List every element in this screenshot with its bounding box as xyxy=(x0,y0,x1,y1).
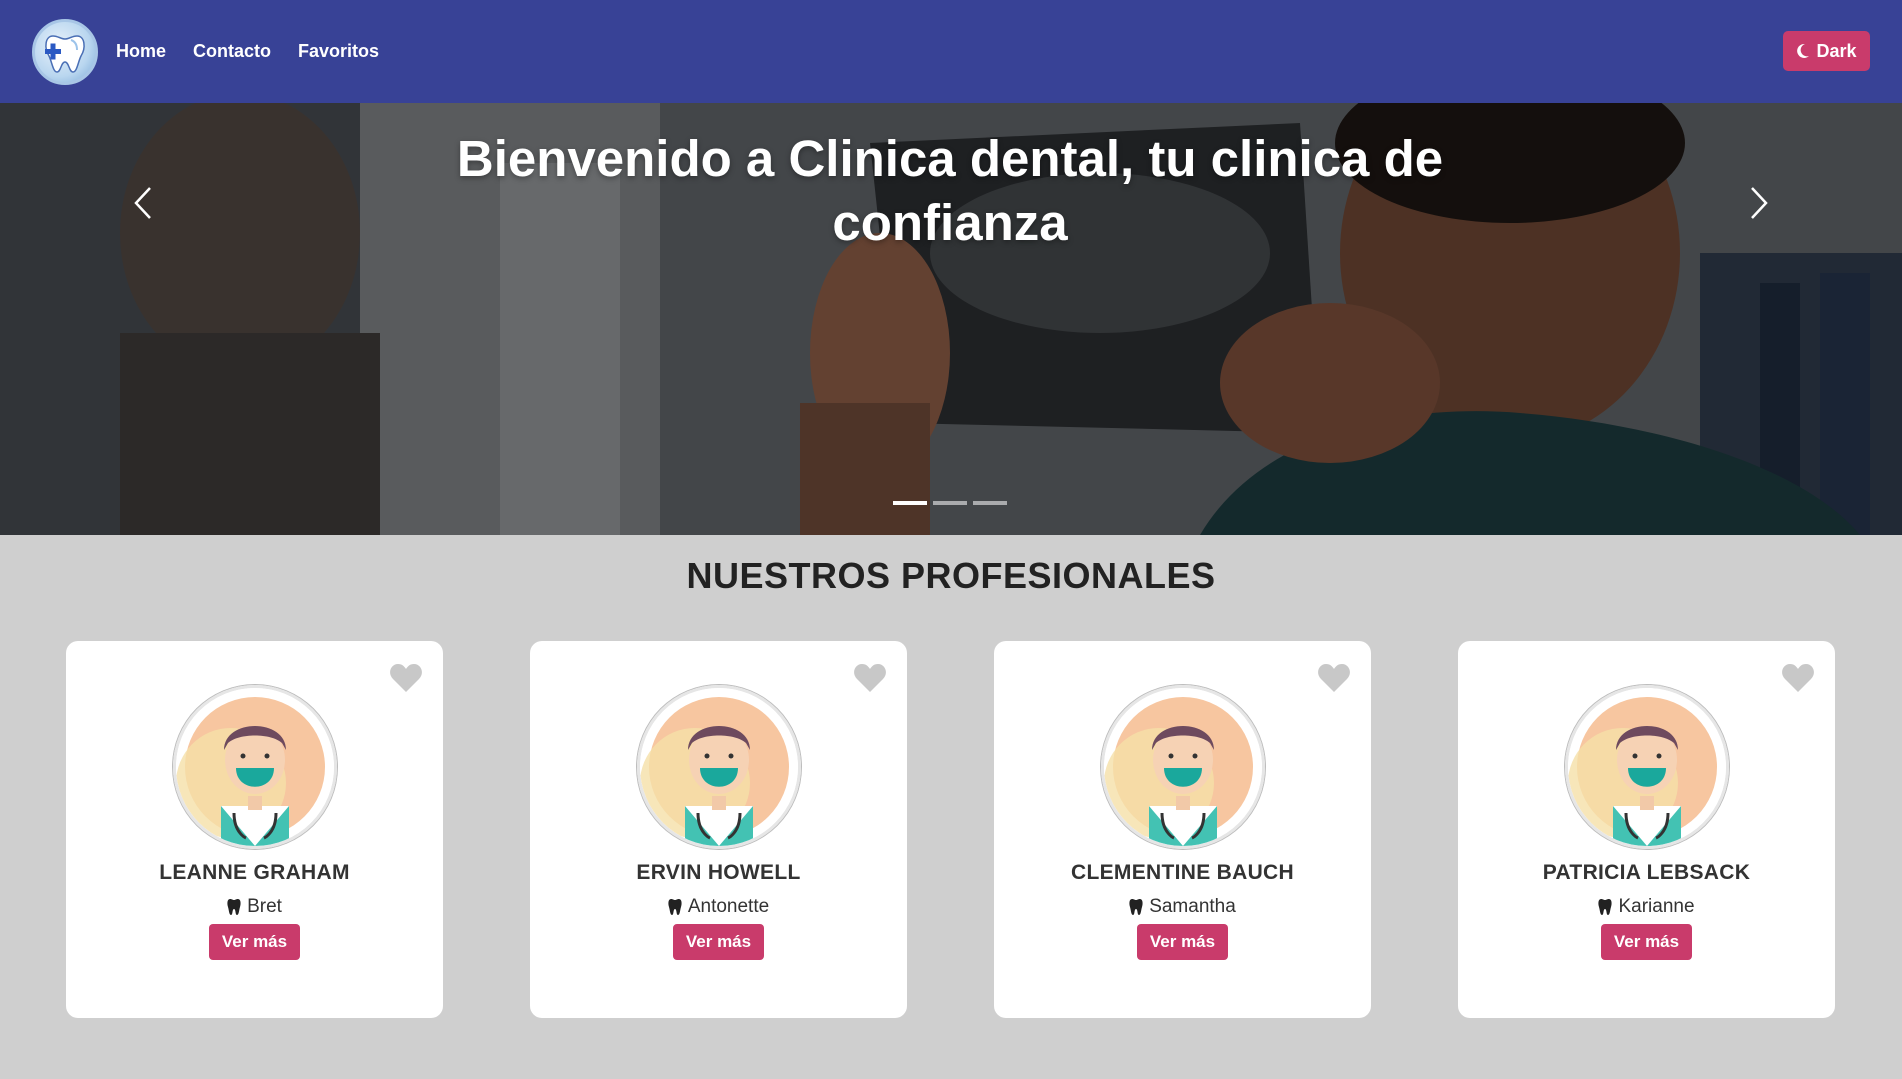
section-title: NUESTROS PROFESIONALES xyxy=(686,555,1216,596)
tooth-icon xyxy=(1129,899,1143,915)
ver-mas-button[interactable]: Ver más xyxy=(1600,924,1693,960)
tooth-icon xyxy=(1598,899,1613,915)
doctor-avatar-image xyxy=(1103,688,1262,846)
chevron-right-icon xyxy=(1751,187,1768,219)
dentist-username-label: Karianne xyxy=(1618,896,1695,917)
ver-mas-button[interactable]: Ver más xyxy=(1136,924,1229,960)
nav-links: Home Contacto Favoritos xyxy=(116,41,379,62)
clinic-logo[interactable] xyxy=(32,18,98,85)
doctor-avatar-image xyxy=(639,688,798,846)
dentist-avatar xyxy=(636,685,801,849)
heart-icon[interactable] xyxy=(1781,663,1815,693)
dentist-username-label: Samantha xyxy=(1149,896,1236,917)
navbar: Home Contacto Favoritos Dark xyxy=(0,0,1902,103)
dentist-card: ERVIN HOWELL Antonette Ver más xyxy=(530,641,907,1018)
dentist-name: PATRICIA LEBSACK xyxy=(1542,861,1751,884)
doctor-avatar-image xyxy=(175,688,334,846)
dentist-name: ERVIN HOWELL xyxy=(636,861,801,884)
carousel-indicator-1[interactable] xyxy=(893,501,927,505)
carousel-indicator-2[interactable] xyxy=(933,501,967,505)
dentist-name: CLEMENTINE BAUCH xyxy=(1071,861,1294,884)
tooth-icon xyxy=(227,899,241,915)
nav-link-home[interactable]: Home xyxy=(116,41,166,62)
ver-mas-button[interactable]: Ver más xyxy=(208,924,301,960)
dentist-cards: LEANNE GRAHAM Bret Ver más ERVIN HOWELL … xyxy=(66,641,1835,1018)
ver-mas-button[interactable]: Ver más xyxy=(672,924,765,960)
carousel-indicators xyxy=(893,501,1007,505)
hero-carousel: Bienvenido a Clinica dental, tu clinica … xyxy=(0,103,1902,535)
dentist-username: Antonette xyxy=(668,896,769,918)
moon-icon xyxy=(1797,43,1810,58)
dentist-card: CLEMENTINE BAUCH Samantha Ver más xyxy=(994,641,1371,1018)
carousel-indicator-3[interactable] xyxy=(973,501,1007,505)
dentist-username: Karianne xyxy=(1598,896,1695,918)
chevron-left-icon xyxy=(134,187,151,219)
tooth-logo-icon xyxy=(45,34,85,73)
dark-mode-label: Dark xyxy=(1816,40,1857,61)
heart-icon[interactable] xyxy=(1317,663,1351,693)
hero-title: Bienvenido a Clinica dental, tu clinica … xyxy=(456,130,1444,251)
dentist-username: Bret xyxy=(227,896,282,918)
dentist-name: LEANNE GRAHAM xyxy=(159,861,350,884)
dark-mode-button[interactable]: Dark xyxy=(1783,31,1870,71)
heart-icon[interactable] xyxy=(389,663,423,693)
carousel-next-button[interactable] xyxy=(1734,173,1784,233)
nav-link-contacto[interactable]: Contacto xyxy=(193,41,271,62)
heart-icon[interactable] xyxy=(853,663,887,693)
dentist-card: LEANNE GRAHAM Bret Ver más xyxy=(66,641,443,1018)
dentist-username-label: Bret xyxy=(247,896,282,917)
dentist-avatar xyxy=(172,685,337,849)
dentist-username-label: Antonette xyxy=(687,896,770,917)
dentist-avatar xyxy=(1100,685,1265,849)
nav-link-favoritos[interactable]: Favoritos xyxy=(298,41,379,62)
doctor-avatar-image xyxy=(1567,688,1726,846)
dentist-username: Samantha xyxy=(1129,896,1236,918)
tooth-icon xyxy=(668,899,682,915)
dentist-card: PATRICIA LEBSACK Karianne Ver más xyxy=(1458,641,1835,1018)
carousel-prev-button[interactable] xyxy=(118,173,168,233)
dentist-avatar xyxy=(1564,685,1729,849)
